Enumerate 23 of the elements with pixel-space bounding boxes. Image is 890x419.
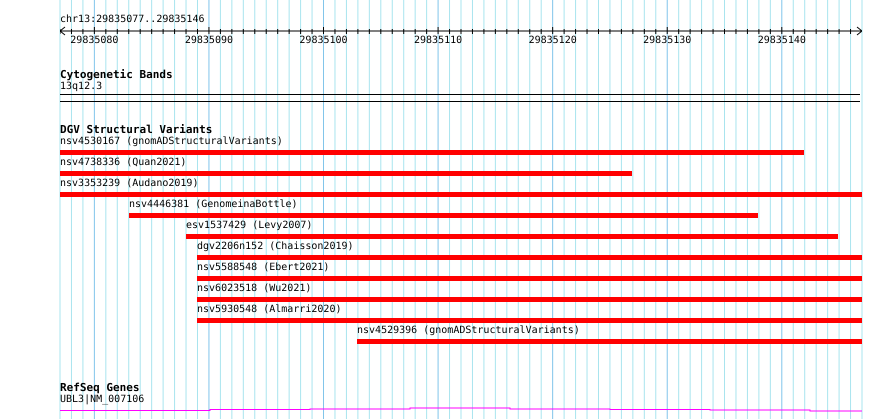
track-title: RefSeq Genes (60, 382, 140, 394)
variant-label: nsv4530167 (gnomADStructuralVariants) (60, 136, 283, 147)
ruler-tick-label: 29835100 (299, 35, 348, 47)
ruler-tick-label: 29835120 (528, 35, 577, 47)
variant-label: nsv4529396 (gnomADStructuralVariants) (357, 325, 580, 336)
ruler-tick-label: 29835130 (643, 35, 692, 47)
track-title: Cytogenetic Bands (60, 69, 174, 81)
variant-label: nsv4446381 (GenomeinaBottle) (129, 199, 298, 210)
ruler-tick-label: 29835140 (758, 35, 806, 47)
track-title: DGV Structural Variants (60, 124, 214, 136)
variant-label: nsv5588548 (Ebert2021) (197, 262, 330, 273)
ruler-tick-label: 29835080 (70, 35, 118, 47)
variant-label: nsv4738336 (Quan2021) (60, 157, 186, 168)
variant-label: dgv2206n152 (Chaisson2019) (197, 241, 354, 252)
variant-label: nsv6023518 (Wu2021) (197, 283, 312, 294)
ruler-tick-label: 29835110 (414, 35, 462, 47)
band-label: 13q12.3 (60, 81, 104, 93)
location-label: chr13:29835077..29835146 (60, 14, 206, 26)
variant-label: esv1537429 (Levy2007) (186, 220, 312, 231)
gene-label: UBL3|NM_007106 (60, 394, 146, 406)
variant-label: nsv3353239 (Audano2019) (60, 178, 198, 189)
ruler-tick-label: 29835090 (184, 35, 234, 47)
variant-label: nsv5930548 (Almarri2020) (197, 304, 342, 315)
